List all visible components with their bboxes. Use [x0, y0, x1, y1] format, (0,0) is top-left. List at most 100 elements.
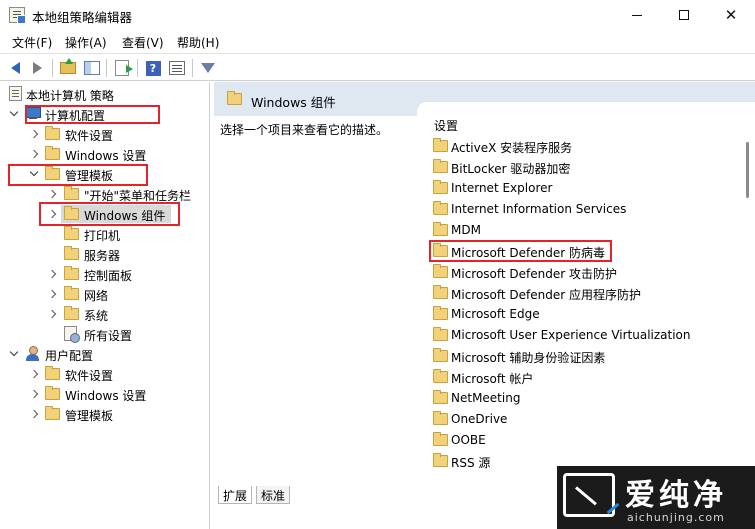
watermark-logo-icon	[563, 473, 615, 517]
tree-label: 用户配置	[45, 349, 94, 363]
show-hide-tree-button[interactable]	[83, 59, 101, 77]
tree-label: 管理模板	[65, 409, 114, 423]
list-item-label: Microsoft 辅助身份验证因素	[451, 351, 606, 365]
tree-pane: 本地计算机 策略 计算机配置 软件设置 Windows 设置 管理模板 "开始"…	[0, 82, 210, 529]
list-item-label: Microsoft 帐户	[451, 372, 534, 386]
toolbar: ?	[0, 53, 755, 81]
folder-icon	[433, 453, 448, 467]
tree-item-system[interactable]: 系统	[0, 304, 208, 324]
forward-arrow-icon[interactable]	[28, 59, 46, 77]
watermark: 爱纯净 aichunjing.com	[557, 466, 755, 529]
list-item-label: Microsoft User Experience Virtualization	[451, 328, 691, 342]
chevron-right-icon[interactable]	[47, 189, 57, 199]
minimize-button[interactable]	[614, 0, 660, 30]
tree-item-network[interactable]: 网络	[0, 284, 208, 304]
tree-item-start-menu[interactable]: "开始"菜单和任务栏	[0, 184, 208, 204]
up-folder-button[interactable]	[59, 58, 77, 77]
settings-column-header[interactable]: 设置	[434, 117, 458, 134]
minimize-icon	[632, 14, 642, 16]
tree-label: 系统	[84, 309, 109, 323]
help-button[interactable]: ?	[144, 59, 162, 77]
folder-icon	[433, 264, 448, 278]
folder-icon	[433, 348, 448, 362]
chevron-right-icon[interactable]	[29, 129, 39, 139]
maximize-icon	[679, 10, 689, 20]
menu-action[interactable]: 操作(A)	[65, 34, 107, 51]
tree-item-user-config[interactable]: 用户配置	[0, 344, 208, 364]
tree-label: 软件设置	[65, 369, 114, 383]
list-item-label: ActiveX 安装程序服务	[451, 141, 573, 155]
folder-icon	[433, 432, 448, 446]
tree-label: 打印机	[84, 229, 121, 243]
watermark-brand: 爱纯净	[625, 478, 727, 513]
list-item-label: Internet Explorer	[451, 181, 553, 195]
annotation-box-admin-templates	[8, 164, 148, 186]
chevron-right-icon[interactable]	[47, 289, 57, 299]
tree-label: 控制面板	[84, 269, 133, 283]
user-icon	[25, 346, 41, 362]
tree-item-uc-admin-templates[interactable]: 管理模板	[0, 404, 208, 424]
tree-item-uc-windows-settings[interactable]: Windows 设置	[0, 384, 208, 404]
tree-label: 服务器	[84, 249, 121, 263]
watermark-domain: aichunjing.com	[627, 511, 725, 524]
tree-item-uc-software[interactable]: 软件设置	[0, 364, 208, 384]
chevron-right-icon[interactable]	[47, 309, 57, 319]
menu-help[interactable]: 帮助(H)	[177, 34, 219, 51]
annotation-box-defender-antivirus	[429, 240, 612, 262]
tab-expand[interactable]: 扩展	[218, 486, 253, 504]
properties-button[interactable]	[168, 59, 186, 77]
tree-item-cc-software[interactable]: 软件设置	[0, 124, 208, 144]
folder-icon	[433, 222, 448, 236]
close-button[interactable]: ✕	[708, 0, 754, 30]
tree-label: Windows 设置	[65, 389, 147, 403]
tree-item-cc-windows-settings[interactable]: Windows 设置	[0, 144, 208, 164]
filter-icon[interactable]	[199, 59, 217, 77]
list-item-label: BitLocker 驱动器加密	[451, 162, 571, 176]
vertical-scrollbar[interactable]	[746, 142, 749, 198]
chevron-right-icon[interactable]	[47, 269, 57, 279]
folder-icon	[45, 366, 60, 380]
folder-icon	[433, 390, 448, 404]
list-item-label: MDM	[451, 223, 481, 237]
chevron-down-icon[interactable]	[9, 349, 19, 359]
folder-icon	[64, 246, 79, 260]
tree-item-control-panel[interactable]: 控制面板	[0, 264, 208, 284]
toolbar-separator	[106, 59, 107, 77]
show-hide-tree-icon	[84, 61, 100, 75]
view-tabs: 扩展 标准	[214, 484, 554, 508]
folder-icon	[45, 386, 60, 400]
list-item-label: OneDrive	[451, 412, 508, 426]
list-item-label: Microsoft Edge	[451, 307, 540, 321]
chevron-down-icon[interactable]	[9, 109, 19, 119]
chevron-right-icon[interactable]	[29, 409, 39, 419]
tree-item-all-settings[interactable]: 所有设置	[0, 324, 208, 344]
tree-item-server[interactable]: 服务器	[0, 244, 208, 264]
tree-item-printers[interactable]: 打印机	[0, 224, 208, 244]
chevron-right-icon[interactable]	[29, 149, 39, 159]
folder-icon	[64, 226, 79, 240]
up-folder-icon	[60, 58, 76, 74]
tree-label: 本地计算机 策略	[26, 89, 114, 103]
list-item-label: OOBE	[451, 433, 486, 447]
folder-icon	[45, 146, 60, 160]
list-item-label: Internet Information Services	[451, 202, 627, 216]
menu-file[interactable]: 文件(F)	[12, 34, 52, 51]
folder-icon	[433, 327, 448, 341]
menu-view[interactable]: 查看(V)	[122, 34, 164, 51]
list-item-label: RSS 源	[451, 456, 491, 470]
tab-standard[interactable]: 标准	[256, 486, 291, 504]
folder-icon	[433, 180, 448, 194]
maximize-button[interactable]	[661, 0, 707, 30]
details-header-title: Windows 组件	[251, 95, 336, 110]
folder-icon	[64, 186, 79, 200]
chevron-right-icon[interactable]	[29, 369, 39, 379]
back-arrow-icon[interactable]	[6, 59, 24, 77]
folder-icon	[227, 91, 242, 105]
policy-icon	[9, 86, 22, 101]
list-item-label: NetMeeting	[451, 391, 521, 405]
annotation-box-computer-config	[25, 105, 160, 124]
chevron-right-icon[interactable]	[29, 389, 39, 399]
tree-item-root[interactable]: 本地计算机 策略	[0, 84, 208, 104]
export-list-button[interactable]	[113, 59, 133, 77]
folder-icon	[433, 138, 448, 152]
